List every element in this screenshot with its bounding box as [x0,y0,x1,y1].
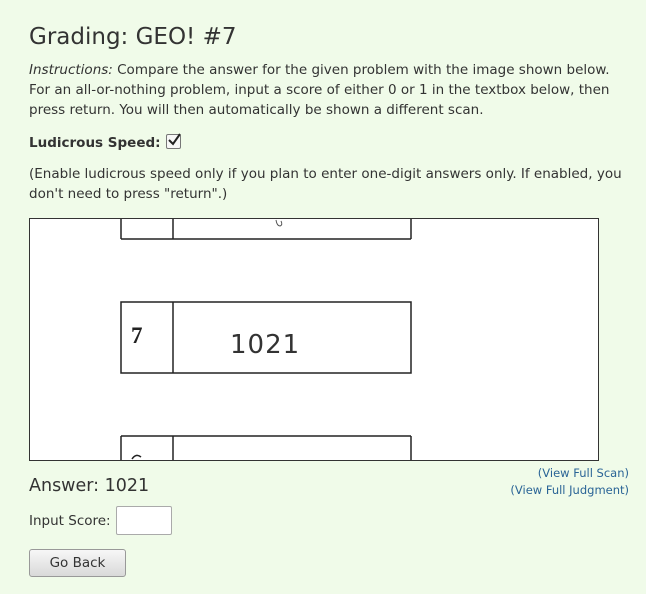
go-back-button[interactable]: Go Back [29,549,126,577]
scan-image: 7 1021 [29,218,599,461]
ludicrous-speed-row: Ludicrous Speed: [29,132,181,153]
ludicrous-speed-label: Ludicrous Speed: [29,135,161,151]
view-full-scan-link[interactable]: (View Full Scan) [510,465,629,482]
answer-text: Answer: 1021 [29,476,150,496]
scan-box-previous [120,219,412,240]
scan-box-next [120,435,412,460]
instructions-text: Compare the answer for the given problem… [29,62,610,118]
checkmark-icon [167,132,181,146]
scan-box-problem: 7 1021 [120,301,412,374]
page-title: Grading: GEO! #7 [29,24,237,50]
score-input[interactable] [115,506,172,535]
scan-links: (View Full Scan) (View Full Judgment) [510,465,629,499]
ludicrous-speed-checkbox[interactable] [165,132,181,149]
ludicrous-speed-note: (Enable ludicrous speed only if you plan… [29,166,622,202]
view-full-judgment-link[interactable]: (View Full Judgment) [510,482,629,499]
scan-drawing: 7 1021 [120,219,412,460]
instructions-label: Instructions: [29,62,113,78]
scan-problem-number: 7 [131,323,143,348]
score-label: Input Score: [29,512,111,529]
score-row: Input Score: [29,506,172,535]
instructions: Instructions: Compare the answer for the… [29,60,621,120]
scan-handwritten-answer: 1021 [230,330,300,360]
